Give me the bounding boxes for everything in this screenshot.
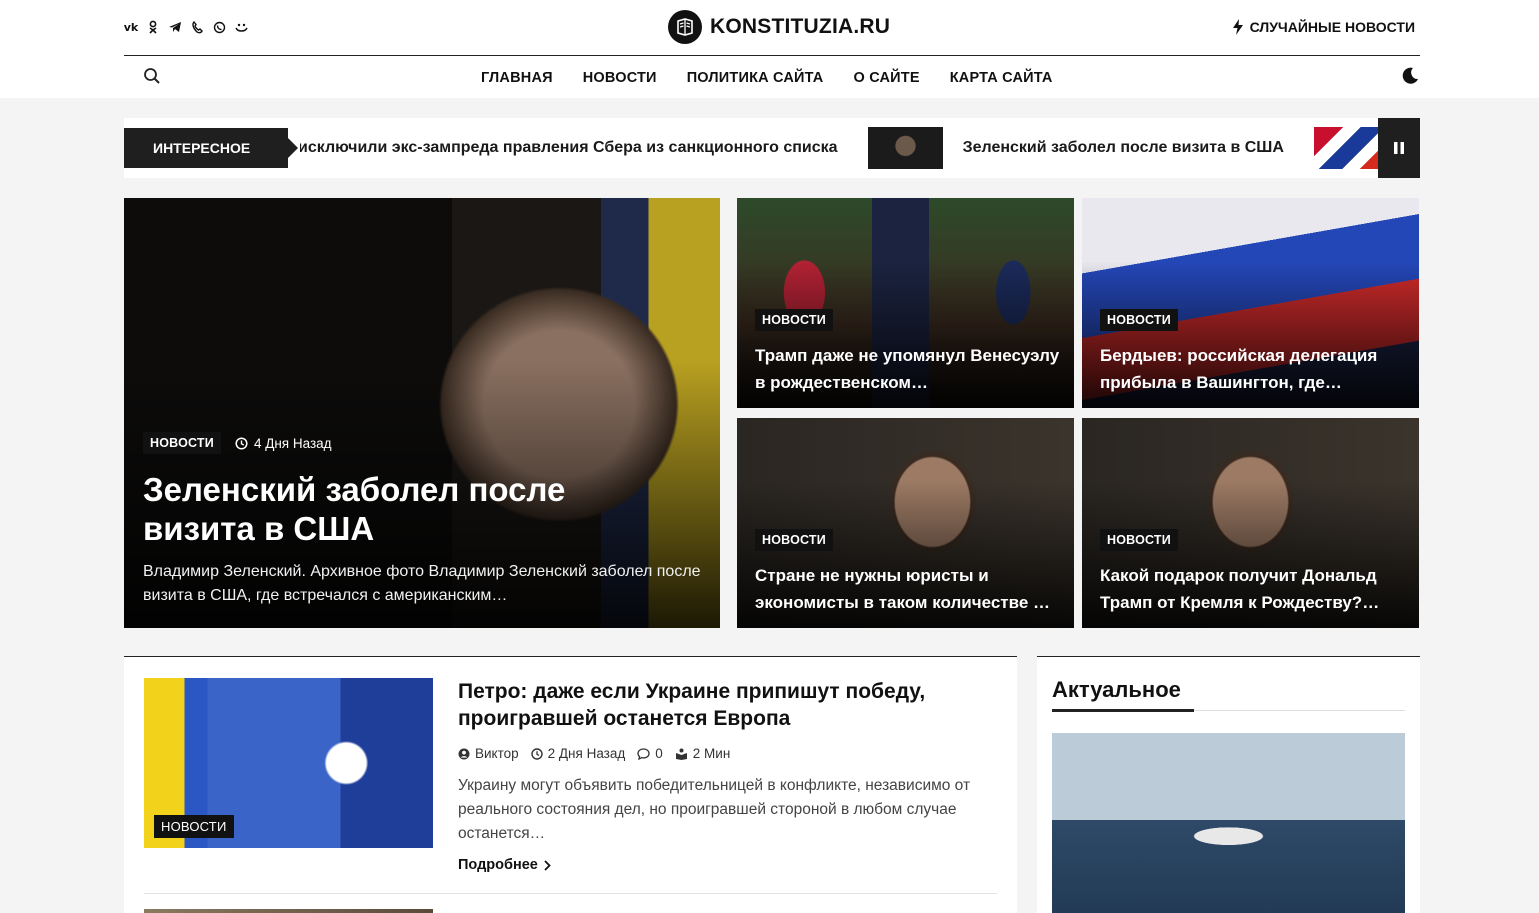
sidebar-widget: Актуальное: [1037, 656, 1420, 913]
widget-image[interactable]: [1052, 733, 1405, 913]
social-links: vk: [124, 18, 248, 36]
ticker-item-text: исключили экс-зампреда правления Сбера и…: [298, 139, 838, 156]
news-ticker: ИНТЕРЕСНОЕ исключили экс-зампреда правле…: [124, 118, 1420, 178]
ticker-pause-button[interactable]: [1378, 118, 1420, 178]
ticker-track: исключили экс-зампреда правления Сбера и…: [298, 118, 1409, 178]
category-badge[interactable]: НОВОСТИ: [755, 529, 833, 551]
hero-time: 4 Дня Назад: [235, 436, 332, 451]
ticker-item[interactable]: Зеленский заболел после визита в США: [963, 127, 1409, 169]
post-time-text: 2 Дня Назад: [547, 746, 626, 761]
clock-icon: [235, 436, 248, 450]
read-more-link[interactable]: Подробнее: [458, 857, 551, 873]
post-list: НОВОСТИ Петро: даже если Украине припишу…: [124, 656, 1017, 913]
user-icon: [458, 748, 470, 759]
hero-excerpt: Владимир Зеленский. Архивное фото Владим…: [143, 563, 701, 604]
random-news-label: СЛУЧАЙНЫЕ НОВОСТИ: [1249, 19, 1415, 35]
header-divider: [124, 55, 1420, 56]
pause-icon: [1394, 142, 1404, 154]
post-divider: [144, 893, 997, 894]
search-icon[interactable]: [143, 67, 161, 85]
chevron-right-icon: [544, 859, 551, 871]
site-header: vk KONSTITUZIA.RU СЛУЧАЙНЫЕ НОВОСТИ ГЛАВ…: [0, 0, 1539, 98]
viber-icon[interactable]: [190, 18, 204, 36]
post-author-name: Виктор: [475, 746, 519, 761]
featured-card[interactable]: НОВОСТИ Стране не нужны юристы и экономи…: [737, 418, 1074, 628]
nav-item-news[interactable]: НОВОСТИ: [583, 70, 657, 86]
category-badge[interactable]: НОВОСТИ: [1100, 309, 1178, 331]
category-badge[interactable]: НОВОСТИ: [154, 815, 234, 838]
post-comments-count: 0: [655, 746, 663, 761]
nav-item-sitemap[interactable]: КАРТА САЙТА: [950, 70, 1053, 86]
hero-article[interactable]: НОВОСТИ 4 Дня Назад Зеленский заболел по…: [124, 198, 720, 628]
ticker-item-text: Зеленский заболел после визита в США: [962, 139, 1284, 156]
ticker-label: ИНТЕРЕСНОЕ: [124, 128, 298, 168]
site-logo[interactable]: KONSTITUZIA.RU: [668, 10, 890, 44]
comment-icon: [637, 747, 650, 760]
post-time: 2 Дня Назад: [530, 746, 626, 761]
nav-item-policy[interactable]: ПОЛИТИКА САЙТА: [687, 70, 824, 86]
clock-icon: [530, 747, 543, 760]
hero-time-text: 4 Дня Назад: [253, 435, 332, 451]
card-title[interactable]: Стране не нужны юристы и экономисты в та…: [755, 562, 1060, 616]
featured-card[interactable]: НОВОСТИ Бердыев: российская делегация пр…: [1082, 198, 1419, 408]
post-read-time-text: 2 Мин: [692, 746, 731, 761]
ok-icon[interactable]: [146, 18, 160, 36]
yandex-icon[interactable]: [234, 18, 248, 36]
dark-mode-moon-icon[interactable]: [1400, 66, 1420, 86]
post-thumbnail[interactable]: [144, 909, 433, 913]
post-read-time: 2 Мин: [675, 746, 731, 761]
telegram-icon[interactable]: [168, 18, 182, 36]
post-thumbnail[interactable]: НОВОСТИ: [144, 678, 433, 848]
vk-icon[interactable]: vk: [124, 18, 139, 36]
widget-title: Актуальное: [1052, 677, 1181, 702]
post-excerpt: Украину могут объявить победительницей в…: [458, 777, 971, 842]
book-icon: [668, 10, 702, 44]
book-reading-icon: [675, 748, 687, 760]
lightning-icon: [1232, 19, 1243, 35]
widget-title-underline: [1052, 709, 1194, 712]
post-title[interactable]: Петро: даже если Украине припишут победу…: [458, 678, 998, 732]
card-title[interactable]: Какой подарок получит Дональд Трамп от К…: [1100, 562, 1405, 616]
featured-card[interactable]: НОВОСТИ Трамп даже не упомянул Венесуэлу…: [737, 198, 1074, 408]
featured-card[interactable]: НОВОСТИ Какой подарок получит Дональд Тр…: [1082, 418, 1419, 628]
category-badge[interactable]: НОВОСТИ: [1100, 529, 1178, 551]
card-title[interactable]: Бердыев: российская делегация прибыла в …: [1100, 342, 1405, 396]
logo-text: KONSTITUZIA.RU: [710, 15, 891, 38]
read-more-label: Подробнее: [458, 857, 538, 873]
nav-item-home[interactable]: ГЛАВНАЯ: [481, 70, 553, 86]
post-comments[interactable]: 0: [637, 746, 663, 761]
post-meta: Виктор 2 Дня Назад 0 2 Мин: [458, 746, 730, 761]
hero-title[interactable]: Зеленский заболел после визита в США: [143, 470, 663, 548]
nav-item-about[interactable]: О САЙТЕ: [853, 70, 919, 86]
ticker-thumbnail[interactable]: [867, 127, 943, 169]
hero-meta: НОВОСТИ 4 Дня Назад: [143, 432, 332, 454]
card-title[interactable]: Трамп даже не упомянул Венесуэлу в рожде…: [755, 342, 1060, 396]
ticker-item[interactable]: исключили экс-зампреда правления Сбера и…: [298, 127, 963, 169]
random-news-link[interactable]: СЛУЧАЙНЫЕ НОВОСТИ: [1232, 19, 1415, 35]
category-badge[interactable]: НОВОСТИ: [143, 432, 221, 454]
category-badge[interactable]: НОВОСТИ: [755, 309, 833, 331]
main-nav: ГЛАВНАЯ НОВОСТИ ПОЛИТИКА САЙТА О САЙТЕ К…: [481, 70, 1053, 86]
post-author[interactable]: Виктор: [458, 746, 519, 761]
whatsapp-icon[interactable]: [212, 18, 226, 36]
